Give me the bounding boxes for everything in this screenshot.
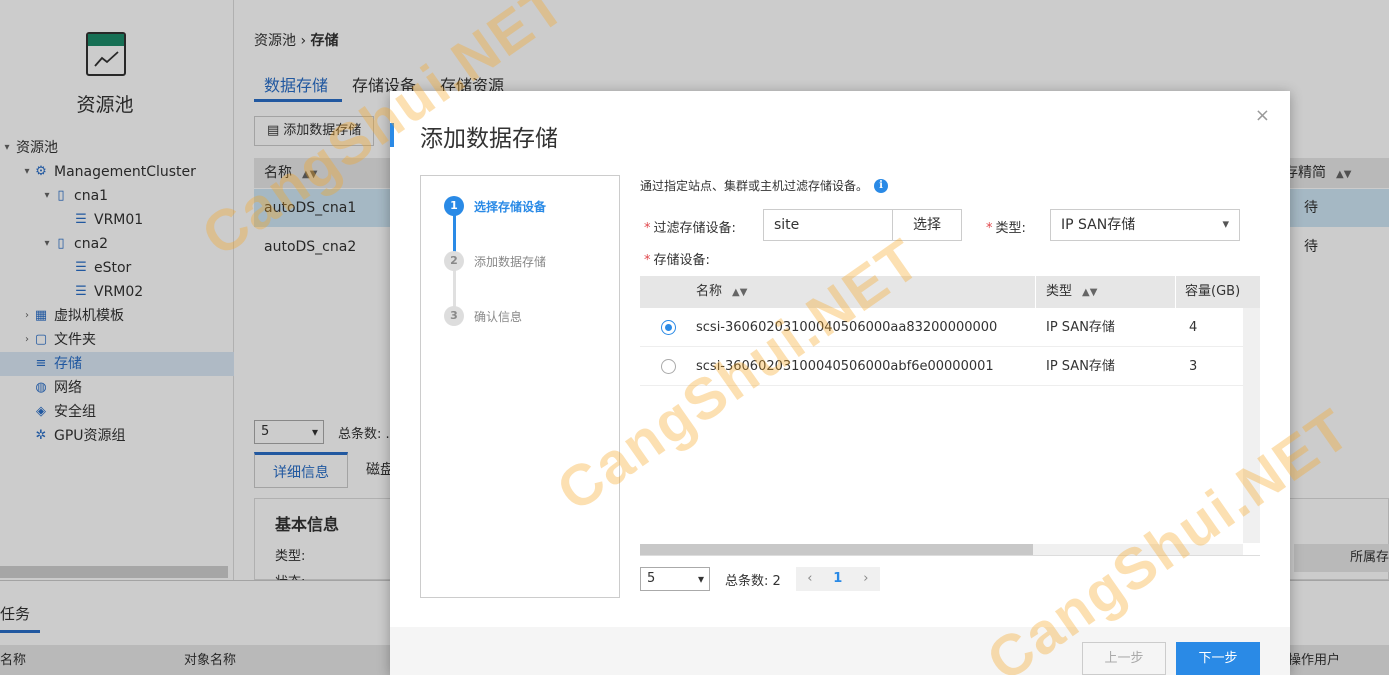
grid-vertical-scrollbar[interactable] [1243, 308, 1260, 543]
wizard-content: 通过指定站点、集群或主机过滤存储设备。 i * 过滤存储设备: site 选择 *… [640, 175, 1260, 605]
dialog-footer: 上一步 下一步 [390, 627, 1290, 675]
type-field-label: * 类型: [986, 221, 1026, 236]
table-row[interactable]: scsi-36060203100040506000abf6e00000001 I… [640, 347, 1243, 386]
step-connector [453, 212, 456, 256]
page-size-select[interactable]: 5 [640, 567, 710, 591]
grid-col-capacity[interactable]: 容量(GB) [1185, 276, 1240, 308]
prev-page-icon[interactable]: ‹ [795, 567, 824, 591]
info-icon[interactable]: i [874, 178, 889, 193]
grid-horizontal-scrollbar[interactable] [640, 544, 1243, 555]
filter-hint: 通过指定站点、集群或主机过滤存储设备。 i [640, 177, 889, 194]
dialog-title: 添加数据存储 [420, 126, 558, 152]
radio-selected[interactable] [661, 320, 676, 335]
grid-col-name[interactable]: 名称 ▲▼ [696, 276, 747, 308]
choose-button[interactable]: 选择 [892, 209, 962, 241]
step-confirm: 3 确认信息 [444, 306, 522, 326]
close-icon[interactable]: × [1255, 105, 1270, 126]
grid-pager: 5 总条数: 2 ‹ 1 › [640, 567, 880, 591]
add-data-storage-dialog: × 添加数据存储 1 选择存储设备 2 添加数据存储 3 确认信息 通过指定站点、集群… [390, 91, 1290, 675]
grid-col-type[interactable]: 类型 ▲▼ [1046, 276, 1097, 308]
filter-device-label: * 过滤存储设备: [644, 221, 736, 236]
wizard-steps: 1 选择存储设备 2 添加数据存储 3 确认信息 [420, 175, 620, 598]
storage-devices-label: * 存储设备: [644, 253, 710, 268]
sort-icon: ▲▼ [732, 287, 748, 298]
sort-icon: ▲▼ [1082, 287, 1098, 298]
table-row[interactable]: scsi-36060203100040506000aa83200000000 I… [640, 308, 1243, 347]
previous-step-button[interactable]: 上一步 [1082, 642, 1166, 675]
filter-site-input[interactable]: site [763, 209, 893, 241]
storage-device-grid: 名称 ▲▼ 类型 ▲▼ 容量(GB) scsi-360602031000405060… [640, 276, 1260, 556]
step-add-storage: 2 添加数据存储 [444, 251, 546, 271]
next-step-button[interactable]: 下一步 [1176, 642, 1260, 675]
radio-unselected[interactable] [661, 359, 676, 374]
page-number[interactable]: 1 [823, 567, 852, 591]
next-page-icon[interactable]: › [851, 567, 880, 591]
title-accent-bar [390, 123, 394, 147]
grid-header: 名称 ▲▼ 类型 ▲▼ 容量(GB) [640, 276, 1260, 308]
total-count: 总条数: 2 [725, 573, 781, 589]
step-select-device: 1 选择存储设备 [444, 196, 546, 216]
storage-type-select[interactable]: IP SAN存储 [1050, 209, 1240, 241]
